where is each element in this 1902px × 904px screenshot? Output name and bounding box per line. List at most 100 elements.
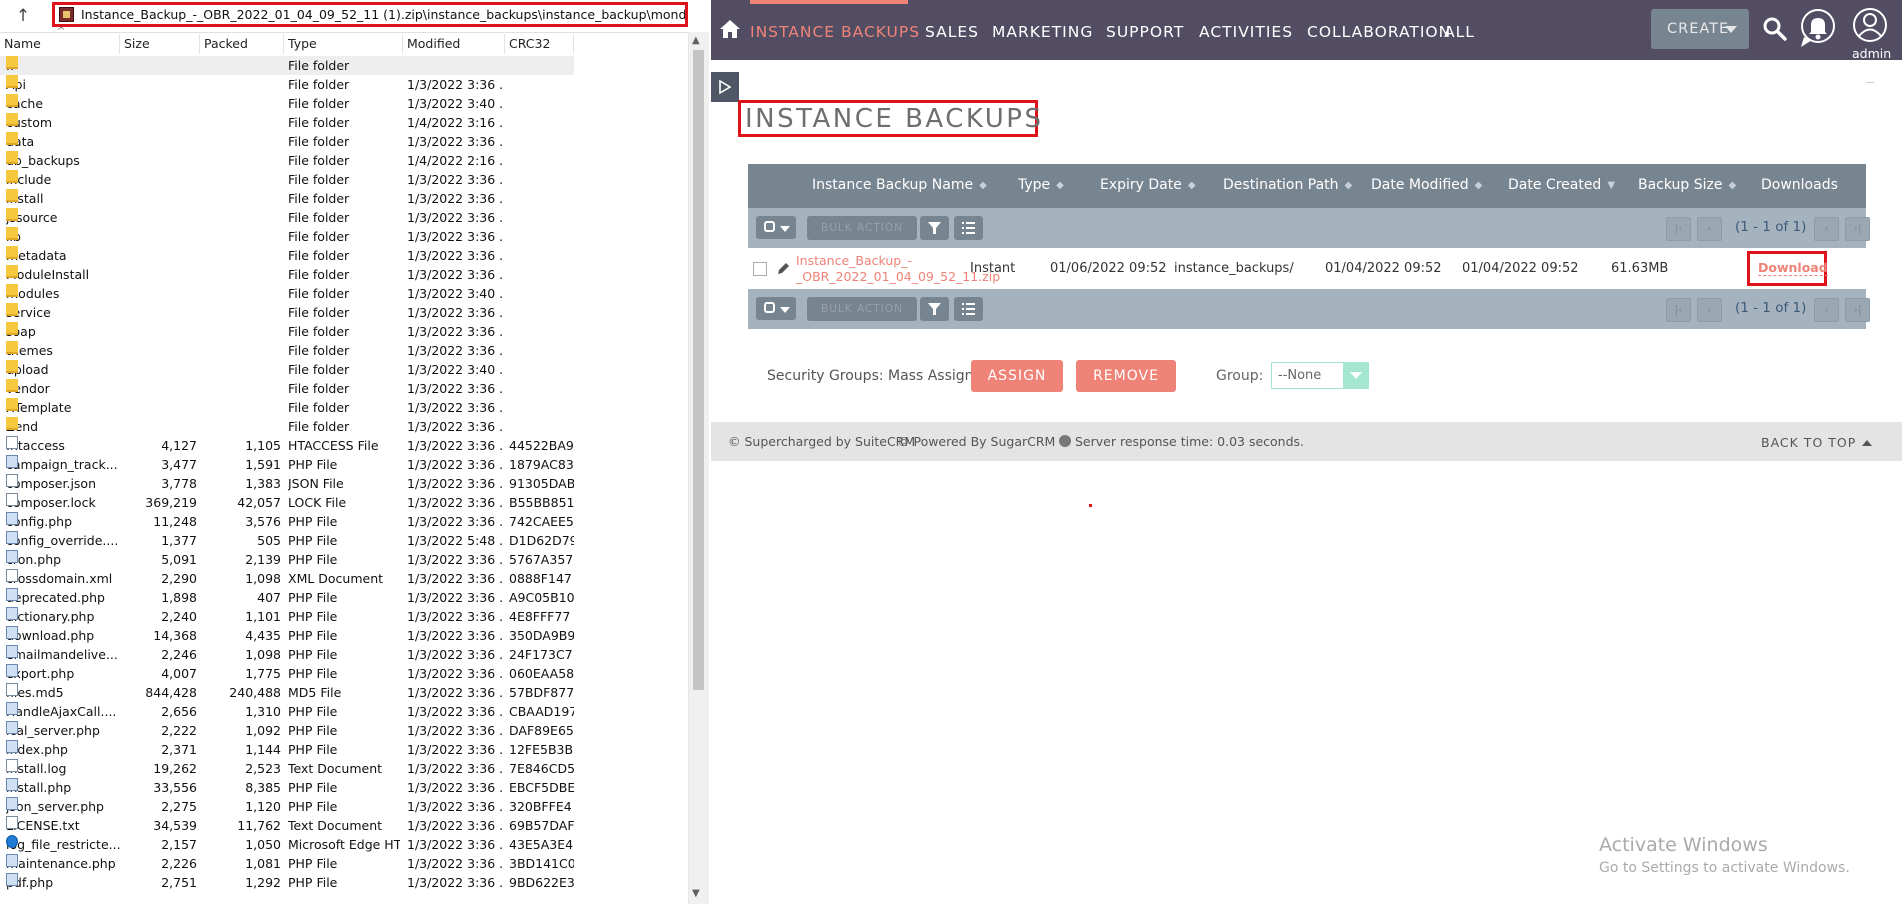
list-item[interactable]: composer.lock 369,219 42,057 LOCK File 1/3/2… bbox=[0, 493, 574, 512]
list-item[interactable]: pdf.php 2,751 1,292 PHP File 1/3/2022 3:36 .… bbox=[0, 873, 574, 892]
header-date-created[interactable]: Date Created ▼ bbox=[1508, 177, 1615, 193]
user-name[interactable]: admin bbox=[1852, 46, 1891, 61]
scroll-up-icon[interactable]: ▲ bbox=[692, 35, 700, 46]
list-item[interactable]: campaign_track... 3,477 1,591 PHP File 1/3/2… bbox=[0, 455, 574, 474]
remove-button[interactable]: REMOVE bbox=[1076, 360, 1176, 392]
list-item[interactable]: XTemplate File folder 1/3/2022 3:36 ... bbox=[0, 398, 574, 417]
bulk-action-button[interactable]: BULK ACTION bbox=[807, 216, 917, 240]
assign-button[interactable]: ASSIGN bbox=[971, 360, 1063, 392]
list-item[interactable]: files.md5 844,428 240,488 MD5 File 1/3/2022 … bbox=[0, 683, 574, 702]
nav-support[interactable]: SUPPORT bbox=[1106, 23, 1184, 41]
archive-path-field[interactable]: Instance_Backup_-_OBR_2022_01_04_09_52_1… bbox=[52, 2, 688, 27]
last-page-button[interactable]: ›| bbox=[1845, 217, 1870, 241]
nav-collaboration[interactable]: COLLABORATION bbox=[1307, 23, 1451, 41]
user-avatar-icon[interactable] bbox=[1851, 6, 1889, 44]
header-backup-name[interactable]: Instance Backup Name ◆ bbox=[812, 177, 987, 193]
nav-instance-backups[interactable]: INSTANCE BACKUPS bbox=[750, 23, 920, 41]
file-list-scrollbar[interactable]: ▲ ▼ bbox=[688, 32, 709, 904]
list-item[interactable]: HandleAjaxCall.... 2,656 1,310 PHP File 1/3/… bbox=[0, 702, 574, 721]
sidebar-toggle-button[interactable] bbox=[711, 72, 739, 102]
column-name[interactable]: Name bbox=[0, 34, 120, 54]
column-size[interactable]: Size bbox=[120, 34, 200, 54]
select-all-dropdown[interactable] bbox=[756, 297, 796, 320]
supercharged-link[interactable]: © Supercharged by SuiteCRM bbox=[728, 434, 915, 449]
scrollbar-thumb[interactable] bbox=[693, 50, 704, 690]
list-item[interactable]: emailmandelive... 2,246 1,098 PHP File 1/3/2… bbox=[0, 645, 574, 664]
list-item[interactable]: install File folder 1/3/2022 3:36 ... bbox=[0, 189, 574, 208]
list-item[interactable]: install.php 33,556 8,385 PHP File 1/3/2022 3… bbox=[0, 778, 574, 797]
list-item[interactable]: LICENSE.txt 34,539 11,762 Text Document 1/3/… bbox=[0, 816, 574, 835]
sort-icon[interactable]: ◆ bbox=[1729, 180, 1737, 191]
list-item[interactable]: jssource File folder 1/3/2022 3:36 ... bbox=[0, 208, 574, 227]
column-modified[interactable]: Modified bbox=[403, 34, 505, 54]
download-link[interactable]: Download bbox=[1758, 260, 1828, 276]
column-type[interactable]: Type bbox=[284, 34, 403, 54]
list-item[interactable]: install.log 19,262 2,523 Text Document 1/3/2… bbox=[0, 759, 574, 778]
list-item[interactable]: dictionary.php 2,240 1,101 PHP File 1/3/2022… bbox=[0, 607, 574, 626]
nav-sales[interactable]: SALES bbox=[925, 23, 979, 41]
sort-icon[interactable]: ◆ bbox=[1188, 180, 1196, 191]
list-item[interactable]: db_backups File folder 1/4/2022 2:16 ... bbox=[0, 151, 574, 170]
sort-icon[interactable]: ◆ bbox=[1475, 180, 1483, 191]
list-item[interactable]: composer.json 3,778 1,383 JSON File 1/3/2022… bbox=[0, 474, 574, 493]
filter-button[interactable] bbox=[920, 297, 949, 321]
row-checkbox[interactable] bbox=[753, 262, 767, 276]
list-item[interactable]: .. File folder bbox=[0, 56, 574, 75]
header-backup-size[interactable]: Backup Size ◆ bbox=[1638, 177, 1736, 193]
list-item[interactable]: export.php 4,007 1,775 PHP File 1/3/2022 3:3… bbox=[0, 664, 574, 683]
list-item[interactable]: index.php 2,371 1,144 PHP File 1/3/2022 3:36… bbox=[0, 740, 574, 759]
select-all-dropdown[interactable] bbox=[756, 216, 796, 239]
column-chooser-button[interactable] bbox=[954, 297, 983, 321]
list-item[interactable]: download.php 14,368 4,435 PHP File 1/3/2022 … bbox=[0, 626, 574, 645]
previous-page-button[interactable]: ‹ bbox=[1697, 298, 1722, 322]
list-item[interactable]: .htaccess 4,127 1,105 HTACCESS File 1/3/2022… bbox=[0, 436, 574, 455]
up-folder-button[interactable]: ↑ bbox=[6, 4, 40, 28]
scroll-down-icon[interactable]: ▼ bbox=[692, 888, 700, 899]
next-page-button[interactable]: › bbox=[1814, 217, 1839, 241]
group-select[interactable]: --None bbox=[1271, 362, 1369, 389]
sort-icon[interactable]: ◆ bbox=[1056, 180, 1064, 191]
header-destination-path[interactable]: Destination Path ◆ bbox=[1223, 177, 1352, 193]
list-item[interactable]: deprecated.php 1,898 407 PHP File 1/3/2022 3… bbox=[0, 588, 574, 607]
notifications-bell-icon[interactable] bbox=[1799, 7, 1837, 49]
sort-icon[interactable]: ◆ bbox=[979, 180, 987, 191]
bulk-action-button[interactable]: BULK ACTION bbox=[807, 297, 917, 321]
list-item[interactable]: config.php 11,248 3,576 PHP File 1/3/2022 3:… bbox=[0, 512, 574, 531]
list-item[interactable]: cache File folder 1/3/2022 3:40 ... bbox=[0, 94, 574, 113]
nav-activities[interactable]: ACTIVITIES bbox=[1199, 23, 1293, 41]
header-type[interactable]: Type ◆ bbox=[1018, 177, 1064, 193]
list-item[interactable]: json_server.php 2,275 1,120 PHP File 1/3/202… bbox=[0, 797, 574, 816]
back-to-top-link[interactable]: BACK TO TOP bbox=[1761, 435, 1873, 450]
list-item[interactable]: metadata File folder 1/3/2022 3:36 ... bbox=[0, 246, 574, 265]
column-crc32[interactable]: CRC32 bbox=[505, 34, 574, 54]
column-chooser-button[interactable] bbox=[954, 216, 983, 240]
list-item[interactable]: Zend File folder 1/3/2022 3:36 ... bbox=[0, 417, 574, 436]
filter-button[interactable] bbox=[920, 216, 949, 240]
create-button[interactable]: CREATE bbox=[1651, 9, 1749, 49]
list-item[interactable]: Api File folder 1/3/2022 3:36 ... bbox=[0, 75, 574, 94]
list-item[interactable]: vendor File folder 1/3/2022 3:36 ... bbox=[0, 379, 574, 398]
first-page-button[interactable]: |‹ bbox=[1666, 298, 1691, 322]
list-item[interactable]: upload File folder 1/3/2022 3:40 ... bbox=[0, 360, 574, 379]
list-item[interactable]: lib File folder 1/3/2022 3:36 ... bbox=[0, 227, 574, 246]
powered-link[interactable]: © Powered By SugarCRM bbox=[897, 434, 1055, 449]
list-item[interactable]: soap File folder 1/3/2022 3:36 ... bbox=[0, 322, 574, 341]
first-page-button[interactable]: |‹ bbox=[1666, 217, 1691, 241]
column-packed[interactable]: Packed bbox=[200, 34, 284, 54]
list-item[interactable]: include File folder 1/3/2022 3:36 ... bbox=[0, 170, 574, 189]
list-item[interactable]: config_override.... 1,377 505 PHP File 1/3/2… bbox=[0, 531, 574, 550]
list-item[interactable]: crossdomain.xml 2,290 1,098 XML Document 1/3… bbox=[0, 569, 574, 588]
nav-all[interactable]: ALL bbox=[1444, 23, 1475, 41]
edit-pencil-icon[interactable] bbox=[776, 261, 791, 276]
home-icon[interactable] bbox=[719, 18, 741, 40]
header-expiry-date[interactable]: Expiry Date ◆ bbox=[1100, 177, 1196, 193]
list-item[interactable]: themes File folder 1/3/2022 3:36 ... bbox=[0, 341, 574, 360]
sort-icon[interactable]: ◆ bbox=[1345, 180, 1353, 191]
header-date-modified[interactable]: Date Modified ◆ bbox=[1371, 177, 1482, 193]
list-item[interactable]: modules File folder 1/3/2022 3:40 ... bbox=[0, 284, 574, 303]
list-item[interactable]: ModuleInstall File folder 1/3/2022 3:36 ..… bbox=[0, 265, 574, 284]
next-page-button[interactable]: › bbox=[1814, 298, 1839, 322]
previous-page-button[interactable]: ‹ bbox=[1697, 217, 1722, 241]
list-item[interactable]: log_file_restricte... 2,157 1,050 Microsoft… bbox=[0, 835, 574, 854]
list-item[interactable]: custom File folder 1/4/2022 3:16 ... bbox=[0, 113, 574, 132]
